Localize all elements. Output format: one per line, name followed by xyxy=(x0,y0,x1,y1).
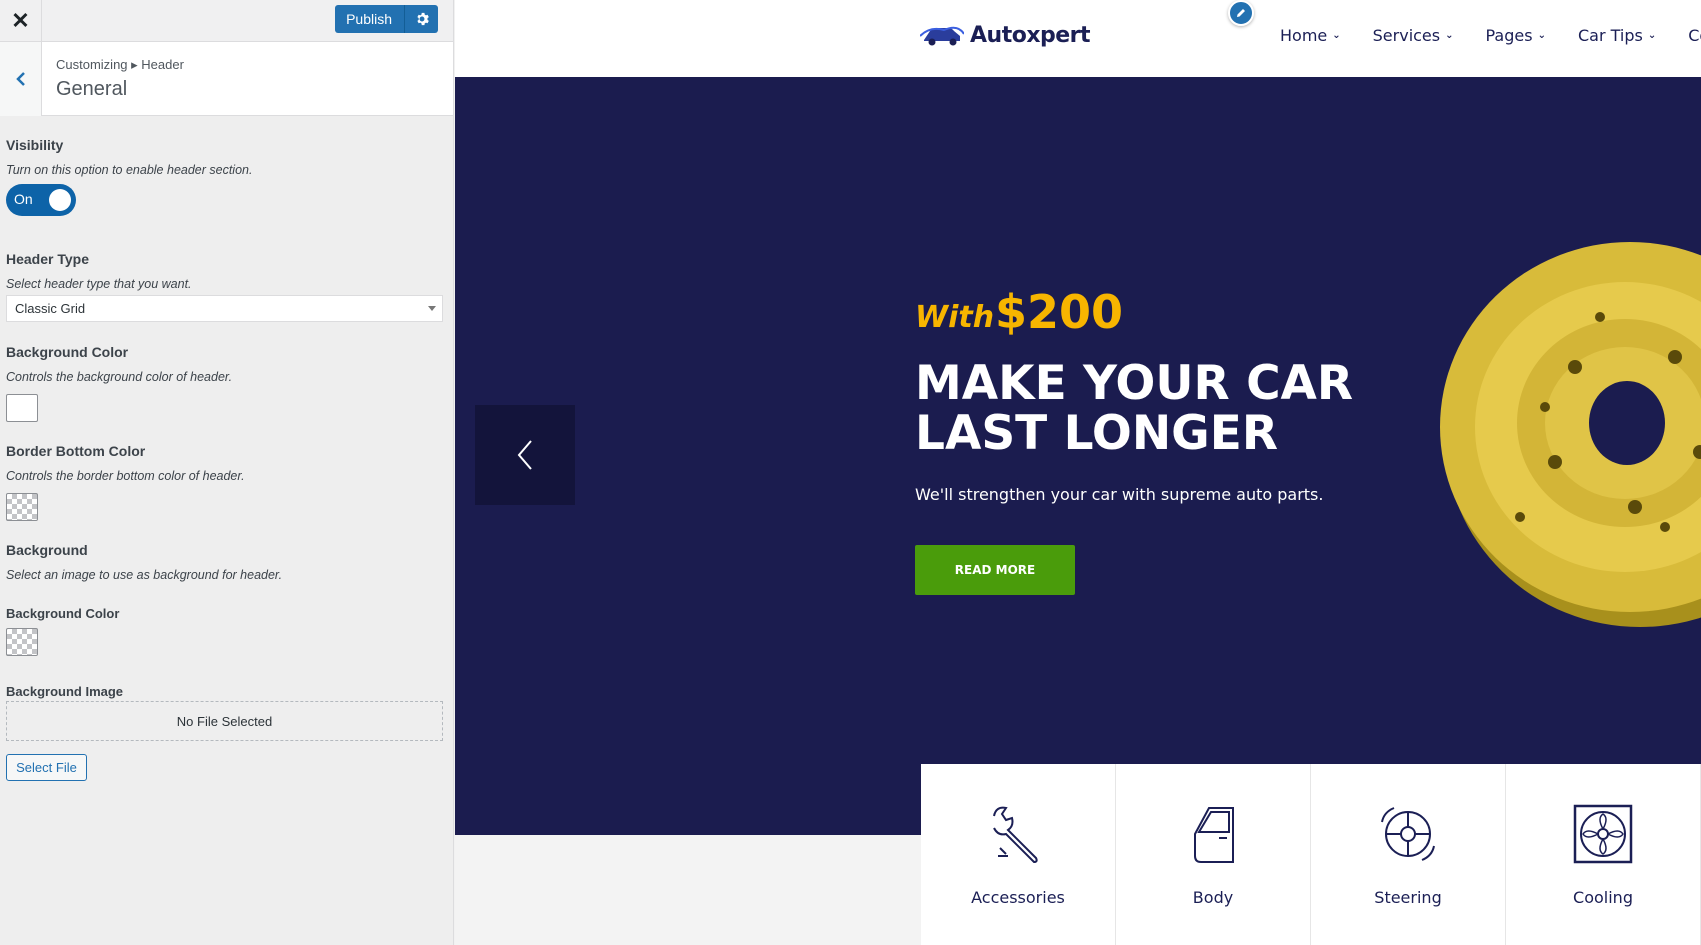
site-header: Autoxpert Home ⌄ Services ⌄ Pages ⌄ Car Tip… xyxy=(455,0,1701,77)
category-cooling[interactable]: Cooling xyxy=(1506,764,1701,945)
nav-item-contact[interactable]: Con xyxy=(1688,26,1701,45)
hero-subtitle: We'll strengthen your car with supreme a… xyxy=(915,485,1324,504)
background-title: Background xyxy=(6,542,88,558)
chevron-down-icon: ⌄ xyxy=(1537,30,1546,41)
site-preview: Autoxpert Home ⌄ Services ⌄ Pages ⌄ Car Tip… xyxy=(455,0,1701,945)
category-accessories[interactable]: Accessories xyxy=(921,764,1116,945)
visibility-description: Turn on this option to enable header sec… xyxy=(6,163,253,177)
category-body[interactable]: Body xyxy=(1116,764,1311,945)
edit-pencil-icon[interactable] xyxy=(1228,0,1254,26)
visibility-toggle[interactable]: On xyxy=(6,184,76,216)
customizer-header: ✕ Publish xyxy=(0,0,453,42)
nav-label: Home xyxy=(1280,26,1328,45)
read-more-button[interactable]: READ MORE xyxy=(915,545,1075,595)
toggle-label: On xyxy=(14,191,33,207)
breadcrumb: Customizing ▸ Header xyxy=(56,57,184,72)
header-type-selected: Classic Grid xyxy=(15,301,86,316)
customizer-panel: ✕ Publish Customizing ▸ Header General V… xyxy=(0,0,454,945)
nav-item-pages[interactable]: Pages ⌄ xyxy=(1486,26,1546,45)
background-image-title: Background Image xyxy=(6,684,124,699)
background-color-2-title: Background Color xyxy=(6,606,120,621)
background-color-swatch[interactable] xyxy=(6,394,38,422)
publish-group: Publish xyxy=(335,5,438,33)
car-logo-icon xyxy=(920,26,964,46)
file-drop-area[interactable]: No File Selected xyxy=(6,701,443,741)
header-type-title: Header Type xyxy=(6,251,89,267)
hero-price: $200 xyxy=(995,285,1124,339)
nav-item-car-tips[interactable]: Car Tips ⌄ xyxy=(1578,26,1656,45)
radiator-fan-icon xyxy=(1573,804,1633,864)
background-color-2-swatch[interactable] xyxy=(6,628,38,656)
nav-label: Pages xyxy=(1485,26,1533,45)
category-label: Body xyxy=(1192,888,1234,907)
back-chevron-icon[interactable] xyxy=(0,42,42,116)
border-bottom-color-description: Controls the border bottom color of head… xyxy=(6,469,245,483)
section-title: General xyxy=(56,78,128,100)
wrench-icon xyxy=(993,806,1038,864)
chevron-down-icon: ⌄ xyxy=(1647,30,1657,41)
background-description: Select an image to use as background for… xyxy=(6,568,283,582)
header-type-description: Select header type that you want. xyxy=(6,277,192,291)
category-steering[interactable]: Steering xyxy=(1311,764,1506,945)
nav-item-services[interactable]: Services ⌄ xyxy=(1373,26,1454,45)
close-icon[interactable]: ✕ xyxy=(0,0,42,42)
border-bottom-color-title: Border Bottom Color xyxy=(6,443,146,459)
logo-text: Autoxpert xyxy=(970,22,1091,48)
nav-label: Con xyxy=(1688,26,1701,45)
category-strip: Accessories Body Steering Cooling xyxy=(921,764,1701,945)
brake-disc-image xyxy=(1440,242,1701,627)
section-title-bar: Customizing ▸ Header General xyxy=(0,42,453,116)
visibility-title: Visibility xyxy=(6,137,64,153)
nav-label: Services xyxy=(1372,26,1441,45)
border-bottom-color-swatch[interactable] xyxy=(6,493,38,521)
category-label: Steering xyxy=(1374,888,1442,907)
hero-slider: With $200 MAKE YOUR CAR LAST LONGER We'l… xyxy=(455,77,1701,835)
hero-with: With xyxy=(915,300,995,335)
slider-prev-icon[interactable] xyxy=(475,405,575,505)
nav-label: Car Tips xyxy=(1577,26,1643,45)
hero-title: MAKE YOUR CAR LAST LONGER xyxy=(915,356,1354,461)
background-color-description: Controls the background color of header. xyxy=(6,370,233,384)
chevron-down-icon: ⌄ xyxy=(1445,30,1454,41)
select-file-button[interactable]: Select File xyxy=(6,754,87,781)
toggle-knob xyxy=(49,189,71,211)
background-color-title: Background Color xyxy=(6,344,129,360)
publish-button[interactable]: Publish xyxy=(335,5,405,33)
category-label: Accessories xyxy=(971,888,1065,907)
site-logo[interactable]: Autoxpert xyxy=(920,22,1091,48)
car-door-icon xyxy=(1194,807,1234,863)
dropdown-arrow-icon xyxy=(428,306,436,311)
header-type-select[interactable]: Classic Grid xyxy=(6,295,443,322)
gear-icon[interactable] xyxy=(405,5,438,33)
chevron-down-icon: ⌄ xyxy=(1332,30,1341,41)
steering-wheel-icon xyxy=(1381,807,1435,861)
main-navigation: Home ⌄ Services ⌄ Pages ⌄ Car Tips ⌄ Con xyxy=(1280,26,1701,45)
nav-item-home[interactable]: Home ⌄ xyxy=(1280,26,1341,45)
category-label: Cooling xyxy=(1573,888,1633,907)
